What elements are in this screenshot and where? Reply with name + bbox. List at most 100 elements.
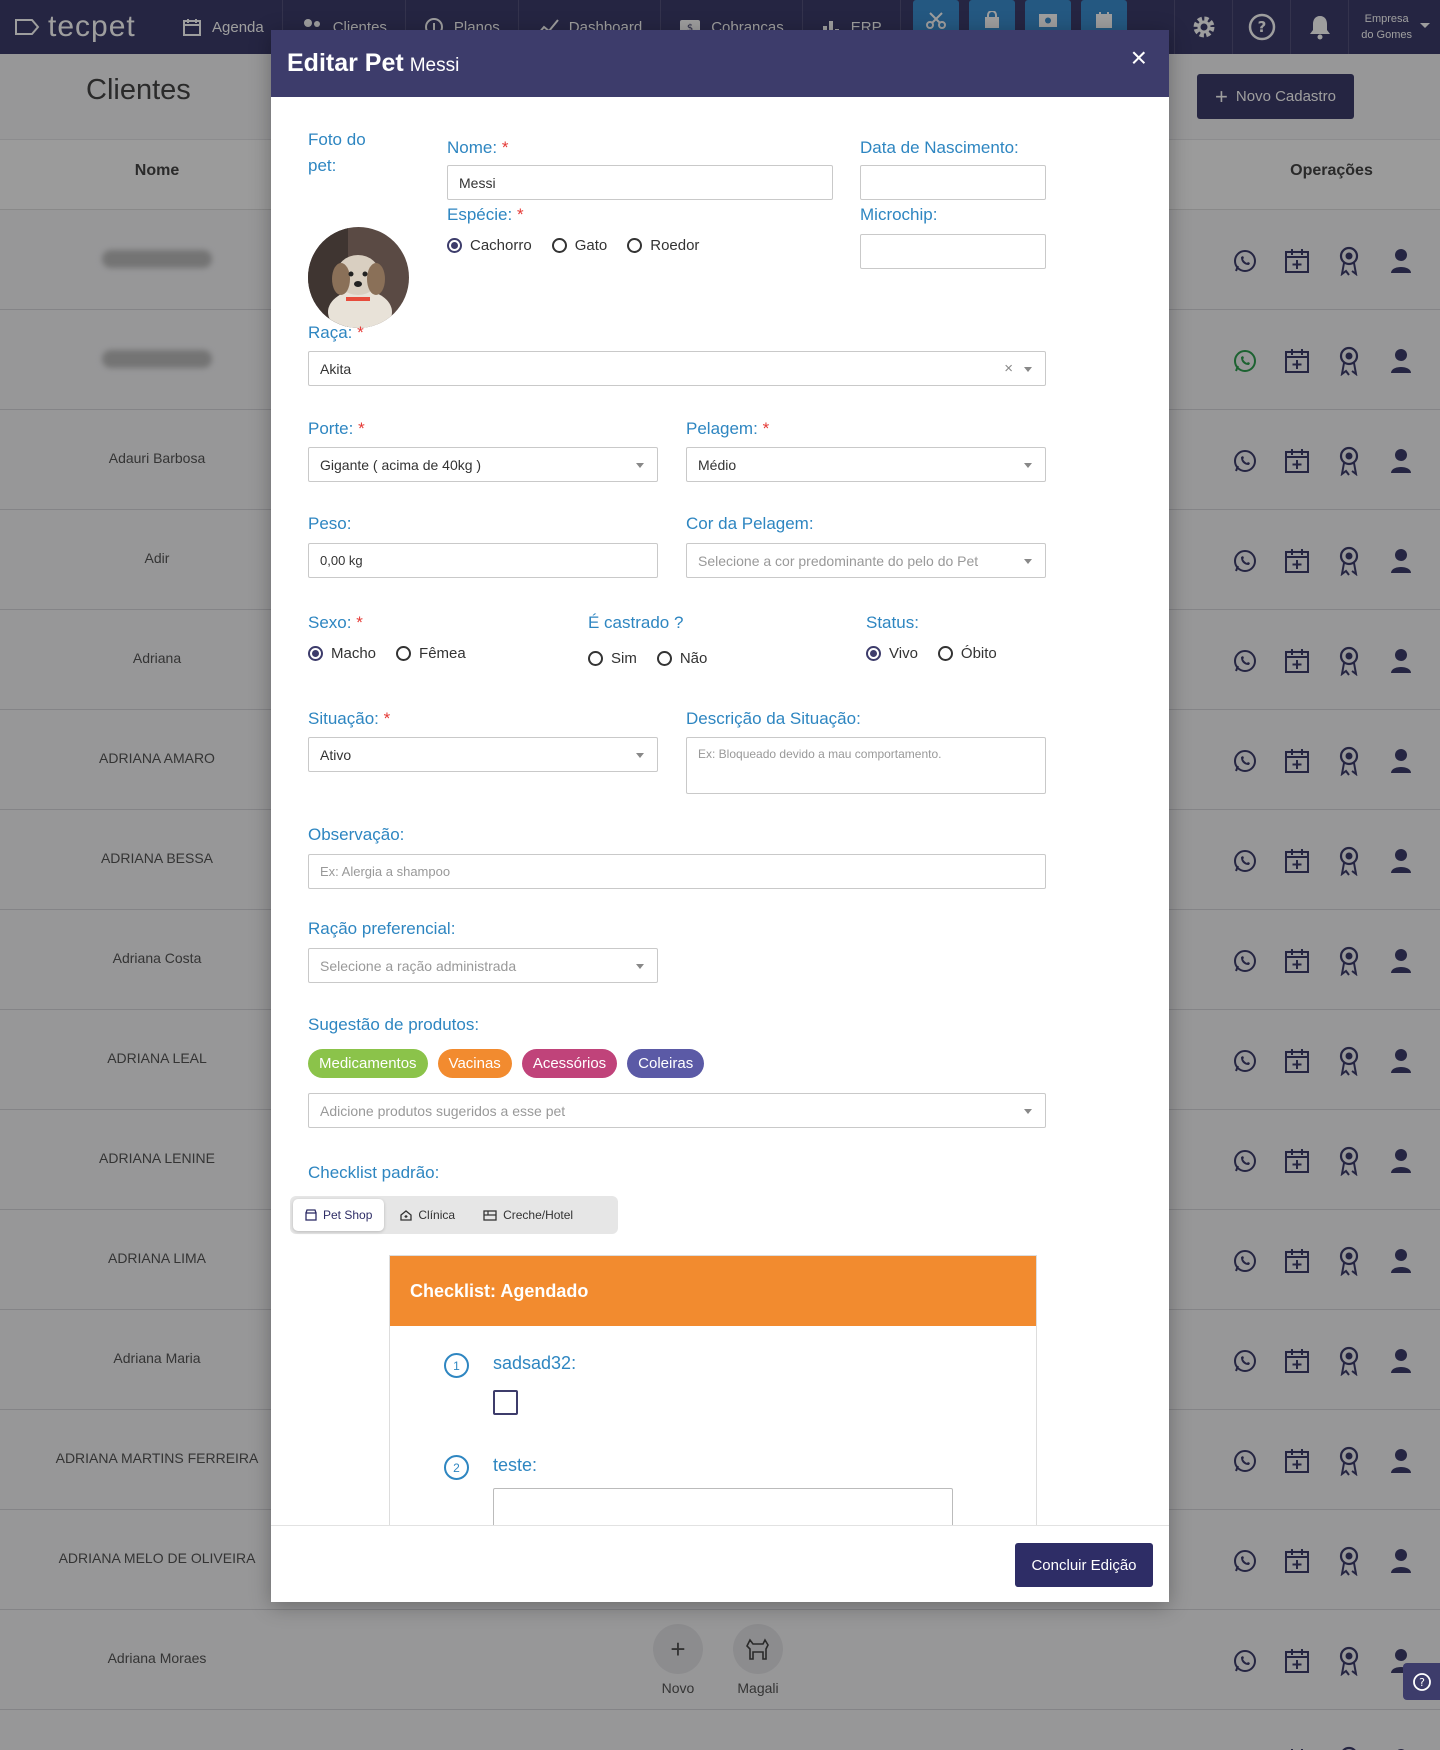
dog-photo xyxy=(308,227,409,328)
modal-footer: Concluir Edição xyxy=(271,1525,1169,1602)
checklist-item-number: 1 xyxy=(444,1353,469,1378)
situation-value: Ativo xyxy=(320,746,352,763)
neutered-option-sim[interactable]: Sim xyxy=(588,650,637,667)
sex-label-text: Sexo: xyxy=(308,613,352,632)
option-label: Roedor xyxy=(650,237,700,254)
breed-label-text: Raça: xyxy=(308,323,353,342)
situation-description-label: Descrição da Situação: xyxy=(686,709,861,728)
coat-color-placeholder: Selecione a cor predominante do pelo do … xyxy=(698,552,979,569)
tab-label: Clínica xyxy=(418,1208,456,1222)
sex-option-macho[interactable]: Macho xyxy=(308,645,376,662)
species-label-text: Espécie: xyxy=(447,205,513,224)
food-select[interactable]: Selecione a ração administrada xyxy=(308,948,658,983)
size-label-text: Porte: xyxy=(308,419,354,438)
option-label: Vivo xyxy=(889,645,918,662)
radio-selected xyxy=(447,238,462,253)
chip-vacinas[interactable]: Vacinas xyxy=(437,1049,512,1078)
required-mark: * xyxy=(383,709,391,728)
food-label: Ração preferencial: xyxy=(308,919,456,938)
clinic-icon xyxy=(400,1210,413,1221)
name-label-text: Nome: xyxy=(447,138,498,157)
required-mark: * xyxy=(356,613,363,632)
neutered-option-nao[interactable]: Não xyxy=(656,650,708,667)
status-option-vivo[interactable]: Vivo xyxy=(866,645,918,662)
tab-pet-shop[interactable]: Pet Shop xyxy=(293,1199,385,1231)
store-icon xyxy=(305,1209,317,1221)
observation-input[interactable]: Ex: Alergia a shampoo xyxy=(308,854,1046,889)
situation-label: Situação: * xyxy=(308,709,390,729)
required-mark: * xyxy=(358,419,365,438)
suggested-products-placeholder: Adicione produtos sugeridos a esse pet xyxy=(320,1102,566,1119)
size-label: Porte: * xyxy=(308,419,365,439)
species-label: Espécie: * xyxy=(447,205,524,225)
required-mark: * xyxy=(357,323,364,342)
suggested-products-select[interactable]: Adicione produtos sugeridos a esse pet xyxy=(308,1093,1046,1128)
checklist-item-checkbox[interactable] xyxy=(493,1390,518,1415)
required-mark: * xyxy=(516,205,524,224)
required-mark: * xyxy=(762,419,770,438)
radio-selected xyxy=(866,646,881,661)
chip-medicamentos[interactable]: Medicamentos xyxy=(308,1049,428,1078)
radio xyxy=(627,238,643,253)
close-icon[interactable]: × xyxy=(1131,44,1147,72)
neutered-radio-group: Sim Não xyxy=(588,650,727,667)
radio xyxy=(937,646,953,661)
clear-icon[interactable]: × xyxy=(1004,360,1013,377)
checklist-item-input[interactable] xyxy=(493,1488,953,1525)
chip-acessorios[interactable]: Acessórios xyxy=(521,1049,618,1078)
food-placeholder: Selecione a ração administrada xyxy=(320,957,517,974)
observation-label: Observação: xyxy=(308,825,405,844)
chip-coleiras[interactable]: Coleiras xyxy=(627,1049,705,1078)
chevron-down-icon xyxy=(1024,1109,1032,1118)
status-option-obito[interactable]: Óbito xyxy=(937,645,997,662)
chevron-down-icon xyxy=(636,463,644,472)
pet-photo[interactable] xyxy=(308,227,409,328)
sex-radio-group: Macho Fêmea xyxy=(308,645,486,662)
finish-edit-button[interactable]: Concluir Edição xyxy=(1015,1543,1153,1587)
floating-help-button[interactable]: ? xyxy=(1403,1663,1440,1700)
species-option-gato[interactable]: Gato xyxy=(551,237,607,254)
name-label: Nome: * xyxy=(447,138,508,158)
help-icon: ? xyxy=(1412,1672,1431,1691)
hotel-icon xyxy=(483,1210,497,1221)
species-option-roedor[interactable]: Roedor xyxy=(627,237,699,254)
coat-color-select[interactable]: Selecione a cor predominante do pelo do … xyxy=(686,543,1046,578)
radio xyxy=(396,646,412,661)
option-label: Fêmea xyxy=(419,645,466,662)
status-label: Status: xyxy=(866,613,919,632)
option-label: Sim xyxy=(611,650,637,667)
chevron-down-icon xyxy=(1024,559,1032,568)
chevron-down-icon xyxy=(1024,367,1032,376)
species-option-cachorro[interactable]: Cachorro xyxy=(447,237,532,254)
breed-value: Akita xyxy=(320,360,352,377)
breed-select[interactable]: Akita × xyxy=(308,351,1046,386)
checklist-item-label: teste: xyxy=(493,1455,538,1475)
situation-select[interactable]: Ativo xyxy=(308,737,658,772)
chevron-down-icon xyxy=(1024,463,1032,472)
status-radio-group: Vivo Óbito xyxy=(866,645,1017,662)
edit-pet-modal: Editar Pet Messi × Foto do pet: Nome: * … xyxy=(271,30,1169,1602)
modal-body: Foto do pet: Nome: * Messi Data de Nasci… xyxy=(271,97,1169,1525)
birth-date-label: Data de Nascimento: xyxy=(860,138,1019,157)
weight-input[interactable]: 0,00 kg xyxy=(308,543,658,578)
radio-selected xyxy=(308,646,323,661)
checklist-card-title: Checklist: Agendado xyxy=(390,1256,1036,1326)
modal-header: Editar Pet Messi × xyxy=(271,30,1169,97)
tab-clinica[interactable]: Clínica xyxy=(388,1199,467,1231)
radio xyxy=(656,651,672,666)
tab-creche-hotel[interactable]: Creche/Hotel xyxy=(471,1199,585,1231)
option-label: Macho xyxy=(331,645,377,662)
coat-label: Pelagem: * xyxy=(686,419,769,439)
radio xyxy=(588,651,603,666)
name-input[interactable]: Messi xyxy=(447,165,833,200)
coat-label-text: Pelagem: xyxy=(686,419,758,438)
coat-select[interactable]: Médio xyxy=(686,447,1046,482)
microchip-input[interactable] xyxy=(860,234,1046,269)
sex-option-femea[interactable]: Fêmea xyxy=(396,645,466,662)
birth-date-input[interactable] xyxy=(860,165,1046,200)
size-select[interactable]: Gigante ( acima de 40kg ) xyxy=(308,447,658,482)
option-label: Não xyxy=(679,650,708,667)
species-radio-group: Cachorro Gato Roedor xyxy=(447,237,719,254)
situation-description-textarea[interactable]: Ex: Bloqueado devido a mau comportamento… xyxy=(686,737,1046,794)
radio xyxy=(551,238,567,253)
